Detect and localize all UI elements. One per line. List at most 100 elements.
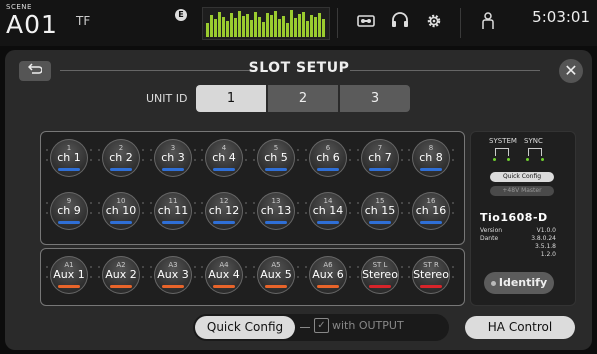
- unit-id-label: UNIT ID: [146, 92, 188, 105]
- status-dot: [46, 159, 48, 161]
- status-dot: [142, 202, 144, 204]
- channel-color-bar: [58, 285, 80, 288]
- meter-bar: [266, 13, 269, 37]
- input-channel-14[interactable]: 14 ch 14: [309, 192, 347, 230]
- status-dot: [245, 266, 247, 268]
- meter-bar: [314, 17, 317, 37]
- status-dot: [90, 212, 92, 214]
- channel-label: Aux 5: [260, 268, 292, 281]
- input-channel-16[interactable]: 16 ch 16: [412, 192, 450, 230]
- scene-name[interactable]: A01: [6, 10, 58, 39]
- meter-bar: [274, 11, 277, 37]
- input-channel-9[interactable]: 9 ch 9: [50, 192, 88, 230]
- gear-icon[interactable]: [423, 12, 445, 34]
- input-channel-2[interactable]: 2 ch 2: [102, 139, 140, 177]
- channel-color-bar: [369, 285, 391, 288]
- output-channel-a6[interactable]: A6 Aux 6: [309, 256, 347, 294]
- device-name: Tio1608-D: [480, 211, 548, 224]
- channel-label: Aux 2: [105, 268, 137, 281]
- output-channel-st-r[interactable]: ST R Stereo: [412, 256, 450, 294]
- input-channel-7[interactable]: 7 ch 7: [361, 139, 399, 177]
- dante-version-value: 3.5.1.8: [535, 243, 556, 250]
- meter-bar: [270, 15, 273, 37]
- status-dot: [357, 202, 359, 204]
- output-channel-a1[interactable]: A1 Aux 1: [50, 256, 88, 294]
- channel-label: ch 13: [260, 204, 292, 217]
- input-channel-15[interactable]: 15 ch 15: [361, 192, 399, 230]
- output-channel-a5[interactable]: A5 Aux 5: [257, 256, 295, 294]
- status-dot: [46, 276, 48, 278]
- status-dot: [297, 276, 299, 278]
- status-dot: [150, 159, 152, 161]
- status-dot: [401, 202, 403, 204]
- status-dot: [408, 266, 410, 268]
- status-dot: [349, 202, 351, 204]
- channel-label: Aux 4: [208, 268, 240, 281]
- status-dot: [408, 276, 410, 278]
- channel-color-bar: [265, 221, 287, 224]
- output-channel-a2[interactable]: A2 Aux 2: [102, 256, 140, 294]
- channel-color-bar: [420, 168, 442, 171]
- e-badge-icon: E: [175, 9, 187, 21]
- channel-label: ch 3: [161, 151, 185, 164]
- input-channel-8[interactable]: 8 ch 8: [412, 139, 450, 177]
- system-label: SYSTEM: [489, 137, 517, 145]
- channel-label: Stereo: [413, 268, 449, 281]
- output-channel-st-l[interactable]: ST L Stereo: [361, 256, 399, 294]
- sync-status-icon: [528, 148, 542, 156]
- unit-tab-3[interactable]: 3: [340, 85, 410, 112]
- unit-tab-1[interactable]: 1: [196, 85, 266, 112]
- with-output-checkbox[interactable]: ✓: [314, 318, 329, 333]
- input-channel-3[interactable]: 3 ch 3: [154, 139, 192, 177]
- channel-color-bar: [317, 285, 339, 288]
- status-dot: [401, 276, 403, 278]
- input-channel-4[interactable]: 4 ch 4: [205, 139, 243, 177]
- ha-control-button[interactable]: HA Control: [465, 316, 575, 339]
- status-dot: [401, 149, 403, 151]
- input-channel-10[interactable]: 10 ch 10: [102, 192, 140, 230]
- close-button[interactable]: ✕: [559, 59, 583, 83]
- dante-version-value: 3.8.0.24: [531, 235, 556, 242]
- meter-bar: [322, 19, 325, 37]
- meter-bar: [294, 18, 297, 37]
- quick-config-button[interactable]: Quick Config: [195, 316, 295, 339]
- input-channel-12[interactable]: 12 ch 12: [205, 192, 243, 230]
- status-dot: [401, 266, 403, 268]
- recorder-icon[interactable]: [355, 12, 377, 34]
- status-dot: [245, 202, 247, 204]
- status-dot: [142, 159, 144, 161]
- level-meter-bridge[interactable]: [202, 7, 330, 40]
- status-dot: [194, 202, 196, 204]
- unit-tab-2[interactable]: 2: [268, 85, 338, 112]
- status-dot: [297, 202, 299, 204]
- input-channel-6[interactable]: 6 ch 6: [309, 139, 347, 177]
- output-channel-a4[interactable]: A4 Aux 4: [205, 256, 243, 294]
- channel-color-bar: [265, 285, 287, 288]
- input-channel-11[interactable]: 11 ch 11: [154, 192, 192, 230]
- output-channel-a3[interactable]: A3 Aux 3: [154, 256, 192, 294]
- status-dot: [201, 276, 203, 278]
- input-channel-13[interactable]: 13 ch 13: [257, 192, 295, 230]
- status-dot: [98, 276, 100, 278]
- channel-color-bar: [110, 285, 132, 288]
- identify-button[interactable]: Identify: [484, 272, 554, 294]
- meter-bar: [254, 12, 257, 37]
- input-channel-1[interactable]: 1 ch 1: [50, 139, 88, 177]
- status-dot: [150, 149, 152, 151]
- channel-color-bar: [110, 221, 132, 224]
- status-dot: [90, 276, 92, 278]
- meter-bar: [306, 21, 309, 37]
- channel-color-bar: [162, 168, 184, 171]
- channel-label: ch 2: [109, 151, 133, 164]
- status-dot: [452, 202, 454, 204]
- headphones-icon[interactable]: [389, 12, 411, 34]
- back-button[interactable]: [19, 61, 51, 81]
- status-dot: [46, 202, 48, 204]
- meter-bar: [318, 13, 321, 37]
- user-icon[interactable]: [477, 12, 499, 34]
- status-dot: [349, 212, 351, 214]
- meter-bar: [290, 10, 293, 37]
- close-icon: ✕: [564, 61, 578, 80]
- input-channel-5[interactable]: 5 ch 5: [257, 139, 295, 177]
- status-dot: [297, 266, 299, 268]
